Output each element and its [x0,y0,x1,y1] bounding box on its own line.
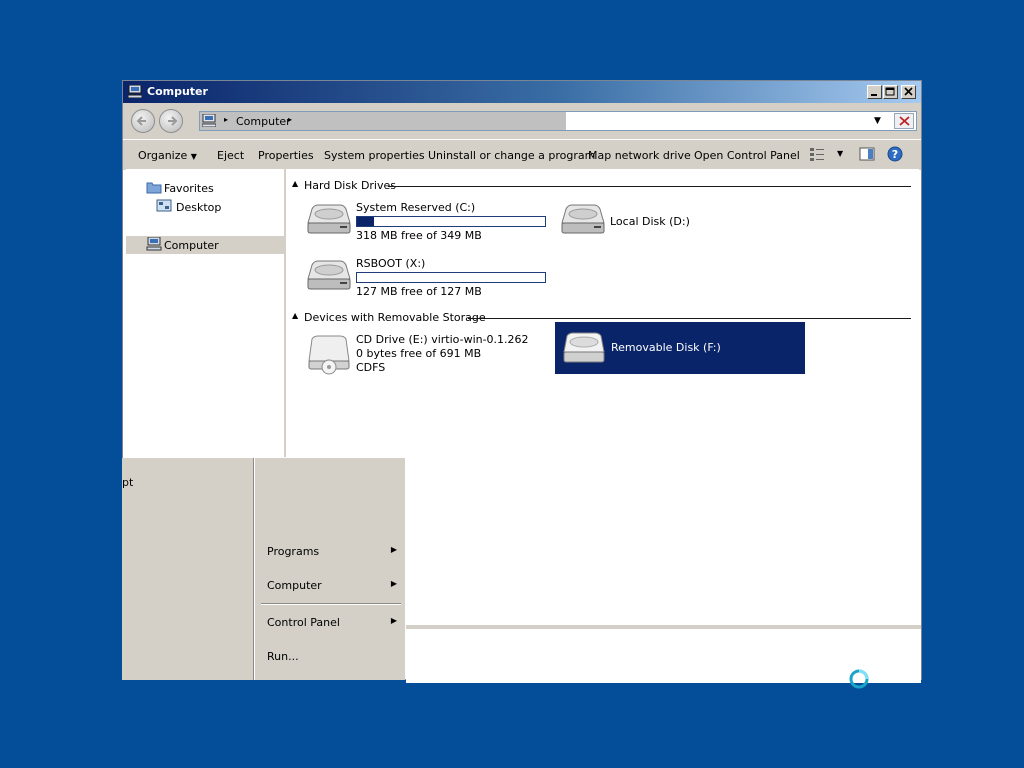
window-title: Computer [147,85,208,98]
drive-free-space: 318 MB free of 349 MB [356,229,482,242]
title-bar[interactable]: Computer [123,81,921,103]
back-arrow-icon [136,116,146,126]
address-field[interactable]: ▸ Computer ▸ ▼ [199,111,917,131]
desktop-icon [156,199,172,212]
hard-drive-icon [307,204,351,234]
svg-text:?: ? [892,148,898,161]
drive-usage-bar [356,272,546,283]
start-menu-label: Run... [267,650,299,663]
breadcrumb-chevron-icon[interactable]: ▸ [224,115,228,124]
close-button[interactable] [901,85,916,99]
uninstall-program-button[interactable]: Uninstall or change a program [428,149,595,162]
close-icon [904,87,913,96]
nav-label-computer: Computer [164,239,219,252]
back-button[interactable] [131,109,155,133]
group-divider [468,318,911,319]
breadcrumb: ▸ Computer ▸ [200,112,566,130]
group-divider [388,186,911,187]
drive-x[interactable]: RSBOOT (X:) 127 MB free of 127 MB [306,257,550,309]
hard-drive-icon [307,260,351,290]
drive-name: Removable Disk (F:) [611,341,721,354]
chevron-down-icon: ▼ [190,152,197,161]
computer-icon [146,237,162,251]
start-menu-right-column: Programs ▶ Computer ▶ Control Panel ▶ Ru… [254,458,405,680]
cd-drive-icon [308,335,350,375]
nav-item-desktop[interactable]: Desktop [136,198,284,216]
drive-name: System Reserved (C:) [356,201,476,214]
start-menu-label: Control Panel [267,616,340,629]
drive-name: CD Drive (E:) virtio-win-0.1.262 [356,333,529,346]
refresh-button[interactable] [894,113,914,129]
collapse-arrow-icon[interactable]: ▲ [292,179,298,188]
submenu-arrow-icon: ▶ [390,616,397,625]
system-properties-button[interactable]: System properties [324,149,425,162]
computer-icon [128,85,142,98]
start-menu-separator [261,603,401,605]
start-menu-left-column: pt [122,458,254,680]
start-menu-label: Computer [267,579,322,592]
drive-free-space: 127 MB free of 127 MB [356,285,482,298]
properties-button[interactable]: Properties [258,149,314,162]
maximize-icon [885,87,895,96]
forward-arrow-icon [168,116,178,126]
command-bar: Organize ▼ Eject Properties System prope… [123,139,921,170]
start-menu-label: Programs [267,545,320,558]
group-title: Devices with Removable Storage [304,311,486,324]
nav-label-favorites: Favorites [164,182,214,195]
organize-label: Organize [138,149,188,162]
help-icon[interactable]: ? [887,146,903,162]
drive-c[interactable]: System Reserved (C:) 318 MB free of 349 … [306,201,550,253]
nav-item-computer[interactable]: Computer [126,236,284,254]
maximize-button[interactable] [883,85,898,99]
submenu-arrow-icon: ▶ [390,579,397,588]
drive-usage-fill [357,217,374,226]
start-menu-item-computer[interactable]: Computer ▶ [267,575,401,595]
address-dropdown-icon[interactable]: ▼ [874,116,881,126]
navigation-pane: Favorites Desktop Computer [126,169,286,457]
start-menu-item-control-panel[interactable]: Control Panel ▶ [267,612,401,632]
forward-button[interactable] [159,109,183,133]
breadcrumb-chevron-icon[interactable]: ▸ [288,115,292,124]
start-menu: pt Programs ▶ Computer ▶ Control Panel ▶… [122,458,405,680]
collapse-arrow-icon[interactable]: ▲ [292,311,298,320]
eject-button[interactable]: Eject [217,149,244,162]
view-dropdown-icon[interactable]: ▼ [837,149,843,158]
computer-icon [202,114,216,127]
start-menu-truncated-text: pt [122,476,134,489]
open-control-panel-button[interactable]: Open Control Panel [694,149,800,162]
drive-usage-bar [356,216,546,227]
drive-name: Local Disk (D:) [610,215,690,228]
view-options-icon[interactable] [809,146,825,162]
drive-name: RSBOOT (X:) [356,257,426,270]
nav-item-favorites[interactable]: Favorites [126,179,284,197]
nav-label-desktop: Desktop [176,201,222,214]
address-bar-area: ▸ Computer ▸ ▼ [123,103,921,139]
details-pane [406,625,921,683]
group-title: Hard Disk Drives [304,179,397,192]
organize-button[interactable]: Organize ▼ [138,149,197,162]
start-menu-item-programs[interactable]: Programs ▶ [267,541,401,561]
map-network-drive-button[interactable]: Map network drive [588,149,691,162]
minimize-icon [871,94,877,96]
drive-free-space: 0 bytes free of 691 MB [356,347,482,360]
minimize-button[interactable] [867,85,882,99]
favorites-folder-icon [146,182,162,194]
hard-drive-icon [561,204,605,234]
preview-pane-icon[interactable] [859,146,875,162]
busy-cursor-icon [849,669,869,689]
refresh-icon [899,116,910,126]
submenu-arrow-icon: ▶ [390,545,397,554]
breadcrumb-computer[interactable]: Computer [236,115,291,128]
start-menu-item-run[interactable]: Run... [267,646,401,666]
drive-d[interactable]: Local Disk (D:) [560,201,710,237]
drive-e[interactable]: CD Drive (E:) virtio-win-0.1.262 0 bytes… [306,333,550,383]
drive-f[interactable]: Removable Disk (F:) [555,322,805,374]
drive-filesystem: CDFS [356,361,386,374]
removable-disk-icon [563,332,605,363]
